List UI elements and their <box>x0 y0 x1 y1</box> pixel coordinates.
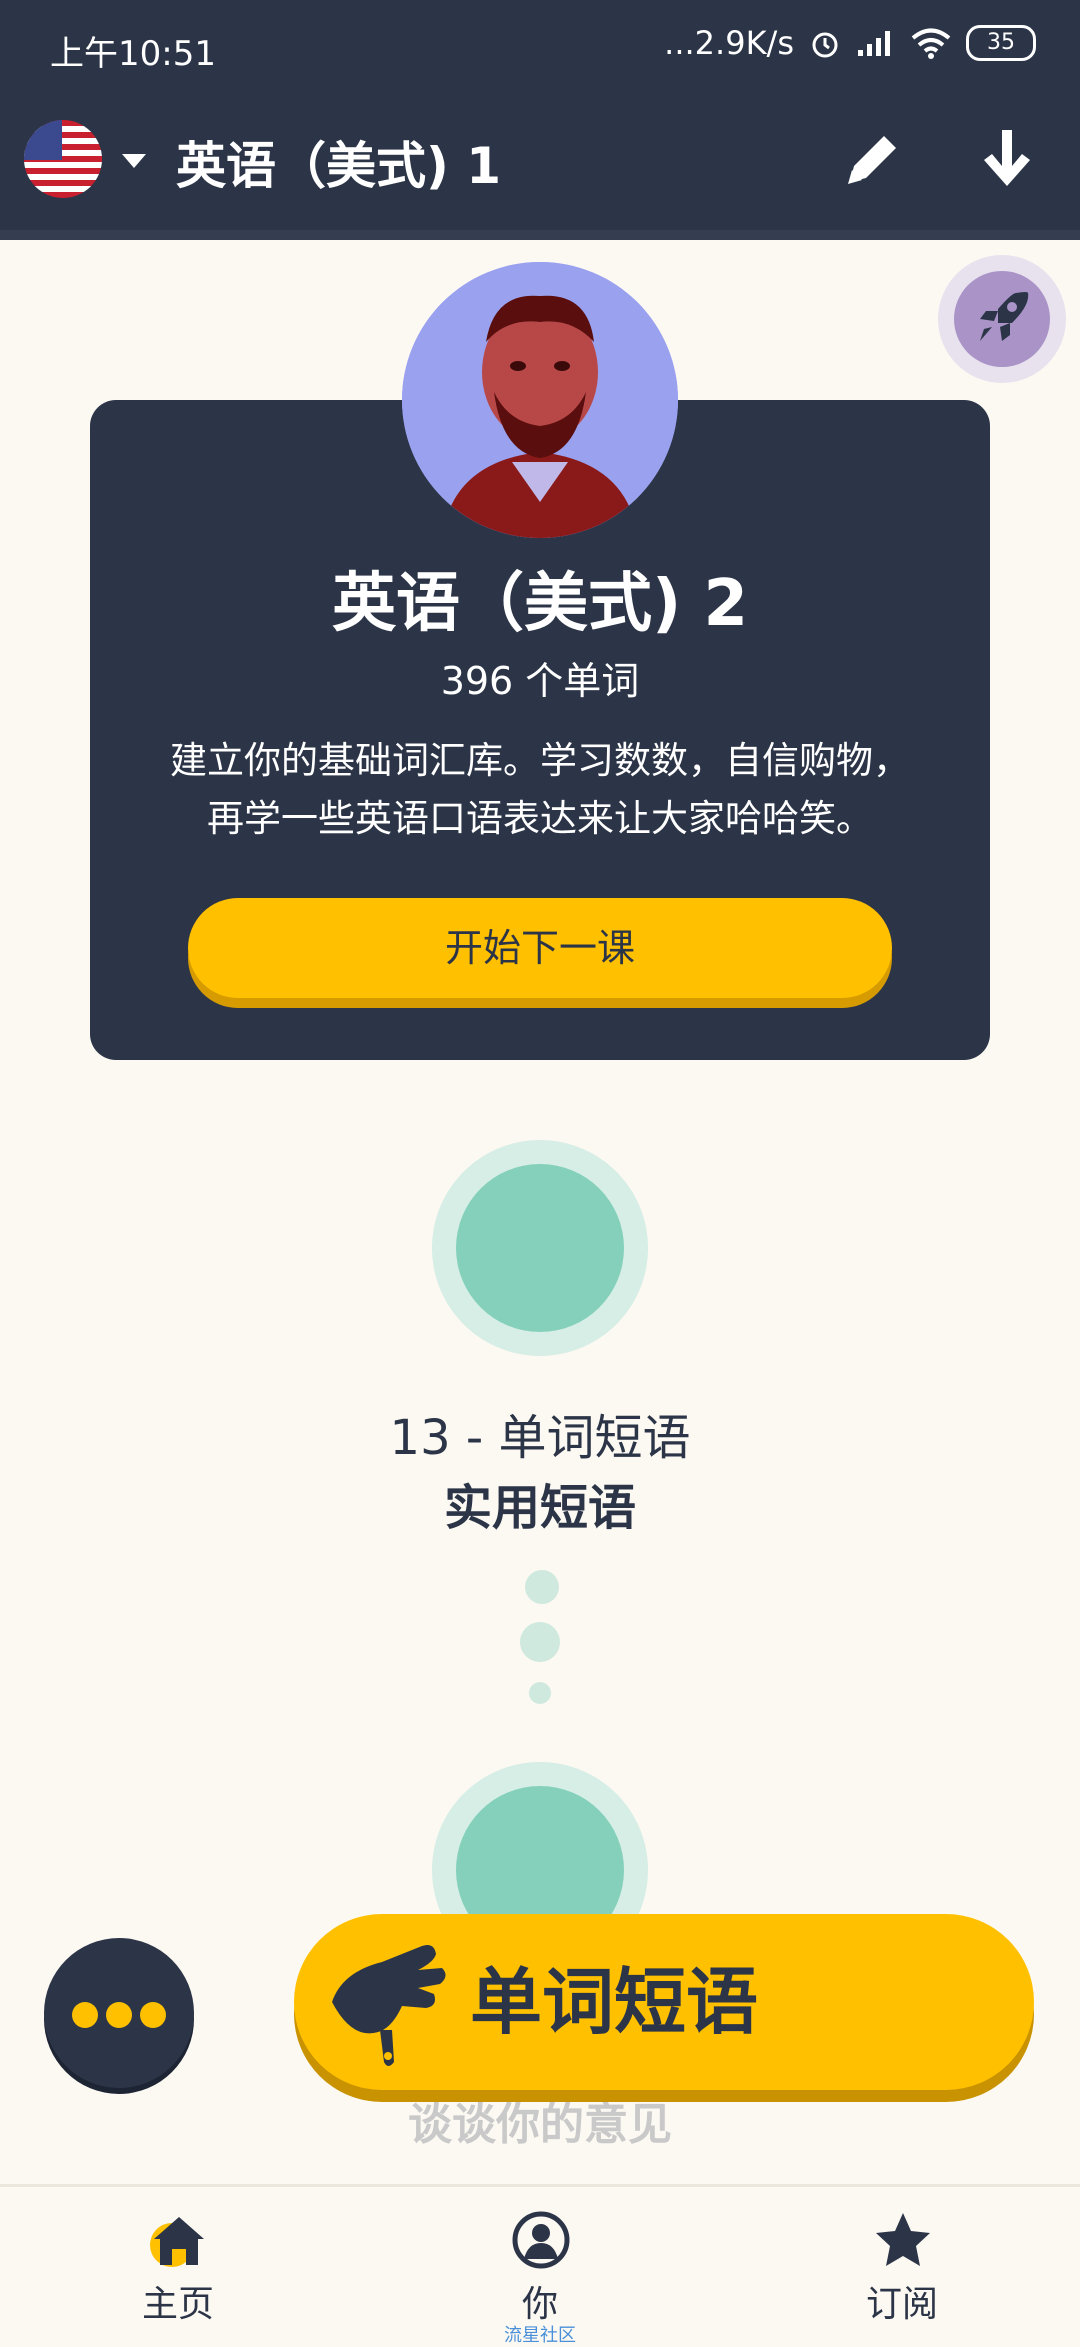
feedback-text[interactable]: 谈谈你的意见 <box>0 2088 1080 2152</box>
wifi-icon <box>911 28 951 59</box>
chevron-down-icon[interactable] <box>122 154 146 168</box>
more-dot <box>140 2002 166 2028</box>
nav-home[interactable]: 主页 <box>28 2187 328 2343</box>
status-time: 上午10:51 <box>50 34 216 74</box>
alarm-icon <box>812 32 838 58</box>
word-phrases-button[interactable]: 单词短语 <box>294 1914 1034 2090</box>
nav-you-label: 你 <box>521 2284 558 2325</box>
course-title[interactable]: 英语（美式) 1 <box>176 126 501 198</box>
download-icon[interactable] <box>972 124 1042 194</box>
word-count: 396 个单词 <box>440 659 640 703</box>
description-line-2: 再学一些英语口语表达来让大家哈哈笑。 <box>207 797 873 840</box>
nav-you[interactable]: 你 流星社区 <box>390 2187 690 2346</box>
lesson-number: 13 - 单词短语 <box>389 1410 691 1466</box>
path-dot <box>525 1570 559 1604</box>
more-dot <box>106 2002 132 2028</box>
profile-icon <box>512 2211 570 2269</box>
battery-indicator: 35 <box>966 25 1036 61</box>
bottom-nav: 主页 你 流星社区 订阅 <box>0 2184 1080 2346</box>
us-flag-icon[interactable] <box>24 120 102 198</box>
word-phrases-label: 单词短语 <box>470 1960 759 2044</box>
home-icon <box>150 2217 204 2267</box>
signal-icon <box>858 31 890 56</box>
network-speed: ...2.9K/s <box>664 24 794 62</box>
rocket-button[interactable] <box>938 255 1066 383</box>
path-dot <box>529 1682 551 1704</box>
star-icon <box>876 2213 930 2266</box>
course-card-title: 英语（美式) 2 <box>331 567 749 641</box>
community-watermark: 流星社区 <box>504 2325 576 2346</box>
nav-subscribe-label: 订阅 <box>865 2284 938 2325</box>
lincoln-portrait-icon <box>402 262 678 538</box>
pinch-hand-icon <box>332 1945 446 2066</box>
course-description: 建立你的基础词汇库。学习数数，自信购物， 再学一些英语口语表达来让大家哈哈笑。 <box>130 732 950 848</box>
start-next-lesson-button[interactable]: 开始下一课 <box>188 898 892 998</box>
more-dot <box>72 2002 98 2028</box>
lesson-node-fill <box>456 1164 624 1332</box>
status-icons: ...2.9K/s 35 <box>664 24 1036 62</box>
pencil-icon[interactable] <box>838 124 908 194</box>
nav-subscribe[interactable]: 订阅 <box>752 2187 1052 2343</box>
more-button[interactable] <box>44 1938 194 2088</box>
status-bar: 上午10:51 ...2.9K/s 35 <box>0 0 1080 98</box>
lesson-name: 实用短语 <box>443 1480 636 1536</box>
rocket-icon <box>980 292 1029 341</box>
lesson-node[interactable] <box>432 1140 648 1356</box>
description-line-1: 建立你的基础词汇库。学习数数，自信购物， <box>170 739 910 782</box>
app-header: 英语（美式) 1 <box>0 98 1080 240</box>
path-dot <box>520 1622 560 1662</box>
nav-home-label: 主页 <box>141 2284 214 2325</box>
